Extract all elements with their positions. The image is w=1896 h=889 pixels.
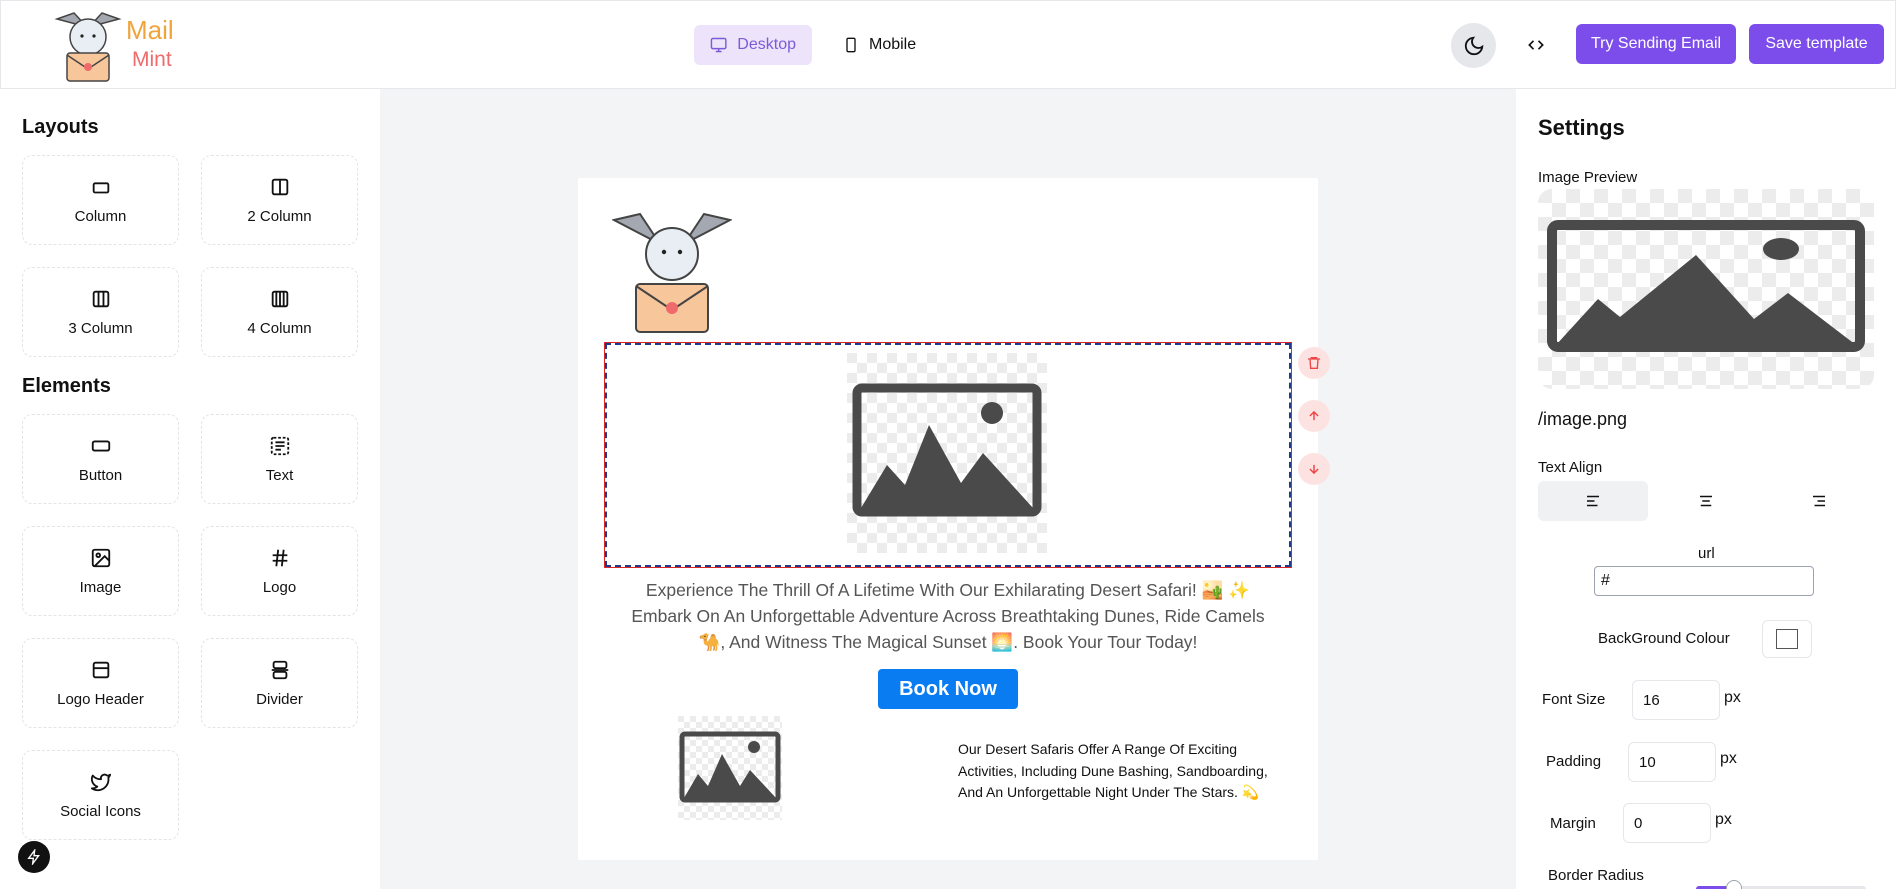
layouts-heading: Layouts xyxy=(22,116,99,138)
text-align-label: Text Align xyxy=(1538,459,1603,476)
align-left-button[interactable] xyxy=(1538,481,1648,521)
save-template-button[interactable]: Save template xyxy=(1749,24,1884,64)
desktop-view-button[interactable]: Desktop xyxy=(694,25,812,65)
try-sending-email-button[interactable]: Try Sending Email xyxy=(1576,24,1736,64)
padding-input[interactable]: 10 xyxy=(1628,742,1716,782)
image-icon xyxy=(91,548,110,567)
element-image-tile[interactable]: Image xyxy=(22,526,179,616)
layout-two-column-tile[interactable]: 2 Column xyxy=(201,155,358,245)
delete-block-button[interactable] xyxy=(1298,347,1330,379)
code-icon xyxy=(1528,40,1544,50)
padding-label: Padding xyxy=(1546,753,1602,770)
font-size-input[interactable]: 16 xyxy=(1632,680,1720,720)
logo-word-mail: Mail xyxy=(126,15,174,45)
tile-label: Logo Header xyxy=(57,690,144,708)
three-column-icon xyxy=(92,290,109,307)
element-text-tile[interactable]: Text xyxy=(201,414,358,504)
settings-heading: Settings xyxy=(1538,115,1625,140)
element-logo-tile[interactable]: Logo xyxy=(201,526,358,616)
layout-four-column-tile[interactable]: 4 Column xyxy=(201,267,358,357)
column-icon xyxy=(92,181,109,193)
smartphone-icon xyxy=(846,37,856,53)
image-preview-label: Image Preview xyxy=(1538,169,1638,186)
url-label: url xyxy=(1698,545,1715,562)
monitor-icon xyxy=(710,37,727,53)
left-sidebar: Layouts Column 2 Column 3 Column 4 Colum… xyxy=(0,89,380,889)
mobile-view-button[interactable]: Mobile xyxy=(827,25,937,65)
tile-label: Divider xyxy=(256,690,303,708)
theme-toggle-button[interactable] xyxy=(1451,23,1496,68)
tile-label: Social Icons xyxy=(60,802,141,820)
email-body-text[interactable]: Experience The Thrill Of A Lifetime With… xyxy=(618,577,1278,655)
background-colour-picker[interactable] xyxy=(1762,620,1812,658)
code-view-button[interactable] xyxy=(1522,31,1550,59)
text-align-group xyxy=(1538,481,1874,521)
margin-input[interactable]: 0 xyxy=(1623,803,1711,843)
settings-panel: Settings Image Preview /image.png Text A… xyxy=(1516,89,1896,889)
elements-heading: Elements xyxy=(22,375,111,397)
tile-label: Image xyxy=(79,578,122,596)
arrow-down-icon xyxy=(1309,464,1319,475)
logo-word-mint: Mint xyxy=(132,48,172,71)
trash-icon xyxy=(1308,357,1320,369)
moon-icon xyxy=(1464,36,1483,55)
font-size-unit: px xyxy=(1724,689,1741,706)
four-column-icon xyxy=(271,290,288,307)
text-icon xyxy=(270,436,289,455)
margin-unit: px xyxy=(1715,811,1732,828)
arrow-up-icon xyxy=(1309,410,1319,421)
button-icon xyxy=(91,440,110,451)
border-radius-label: Border Radius xyxy=(1548,867,1644,884)
background-colour-label: BackGround Colour xyxy=(1598,630,1730,647)
email-side-text[interactable]: Our Desert Safaris Offer A Range Of Exci… xyxy=(958,739,1288,804)
selected-image-block[interactable] xyxy=(604,342,1292,568)
email-logo-image[interactable] xyxy=(612,212,732,334)
url-input[interactable]: # xyxy=(1594,566,1814,596)
align-center-icon xyxy=(1700,495,1712,507)
hash-icon xyxy=(272,549,287,566)
element-social-icons-tile[interactable]: Social Icons xyxy=(22,750,179,840)
tile-label: 4 Column xyxy=(247,319,312,337)
layout-three-column-tile[interactable]: 3 Column xyxy=(22,267,179,357)
align-right-button[interactable] xyxy=(1764,481,1874,521)
element-divider-tile[interactable]: Divider xyxy=(201,638,358,728)
logo-header-icon xyxy=(92,661,109,678)
align-left-icon xyxy=(1587,495,1599,507)
font-size-label: Font Size xyxy=(1542,691,1606,708)
divider-icon xyxy=(271,660,288,679)
image-preview xyxy=(1538,189,1874,389)
align-right-icon xyxy=(1813,495,1825,507)
align-center-button[interactable] xyxy=(1651,481,1761,521)
placeholder-image xyxy=(847,353,1047,553)
small-placeholder-image[interactable] xyxy=(678,716,782,820)
move-up-button[interactable] xyxy=(1298,400,1330,432)
element-button-tile[interactable]: Button xyxy=(22,414,179,504)
tile-label: Column xyxy=(74,207,127,225)
editor-canvas: Experience The Thrill Of A Lifetime With… xyxy=(380,89,1516,889)
image-path: /image.png xyxy=(1538,409,1628,429)
element-logo-header-tile[interactable]: Logo Header xyxy=(22,638,179,728)
padding-unit: px xyxy=(1720,750,1737,767)
tile-label: Button xyxy=(78,466,123,484)
mobile-view-label: Mobile xyxy=(869,36,917,53)
colour-preview xyxy=(1776,629,1798,649)
move-down-button[interactable] xyxy=(1298,453,1330,485)
margin-label: Margin xyxy=(1550,815,1596,832)
tile-label: Logo xyxy=(262,578,297,596)
book-now-button[interactable]: Book Now xyxy=(878,669,1018,709)
bolt-icon xyxy=(27,849,40,865)
slider-thumb[interactable] xyxy=(1726,880,1742,889)
tile-label: Text xyxy=(265,466,294,484)
lightning-bolt-button[interactable] xyxy=(18,841,50,873)
tile-label: 2 Column xyxy=(247,207,312,225)
desktop-view-label: Desktop xyxy=(737,36,796,53)
two-column-icon xyxy=(271,178,288,195)
email-template: Experience The Thrill Of A Lifetime With… xyxy=(578,178,1330,860)
top-bar: Mail Mint Desktop Mobile Try Sending Ema… xyxy=(0,0,1896,89)
layout-column-tile[interactable]: Column xyxy=(22,155,179,245)
tile-label: 3 Column xyxy=(68,319,133,337)
twitter-icon xyxy=(90,773,111,791)
